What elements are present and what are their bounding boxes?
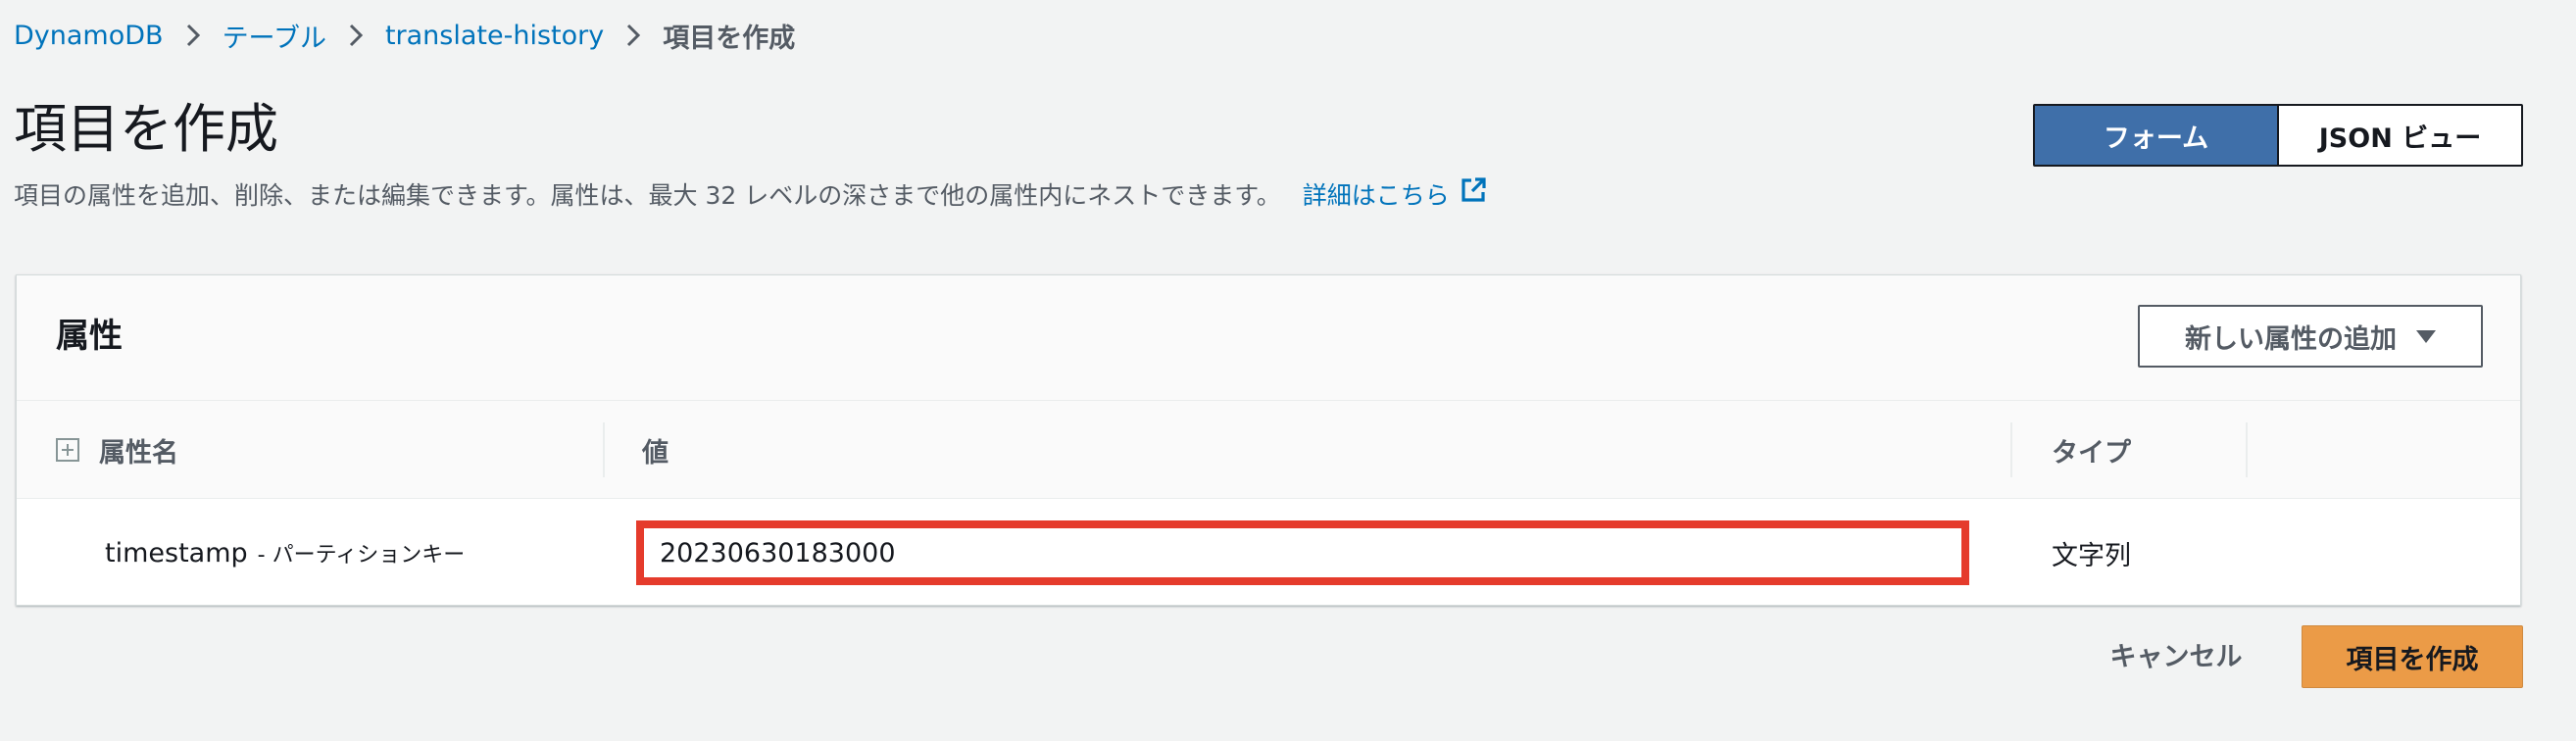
- attribute-type: 文字列: [2052, 540, 2131, 571]
- partition-key-label: - パーティションキー: [257, 543, 466, 568]
- add-attribute-label[interactable]: 新しい属性の追加: [2185, 318, 2397, 356]
- view-toggle: フォーム JSON ビュー: [2033, 104, 2523, 167]
- page-description: 項目の属性を追加、削除、または編集できます。属性は、最大 32 レベルの深さまで…: [14, 176, 1487, 216]
- attribute-name-cell: timestamp - パーティションキー: [105, 499, 465, 607]
- table-header: 属性名 値 タイプ: [17, 401, 2520, 499]
- breadcrumb-link-table[interactable]: translate-history: [385, 21, 604, 51]
- json-view-button[interactable]: JSON ビュー: [2279, 106, 2521, 165]
- panel-title: 属性: [56, 317, 123, 356]
- page-title: 項目を作成: [14, 98, 278, 160]
- form-view-button[interactable]: フォーム: [2035, 106, 2279, 165]
- cancel-button[interactable]: キャンセル: [2088, 621, 2264, 686]
- page-description-text: 項目の属性を追加、削除、または編集できます。属性は、最大 32 レベルの深さまで…: [14, 181, 1281, 210]
- caret-down-icon: [2416, 329, 2436, 343]
- breadcrumb-link-tables[interactable]: テーブル: [223, 17, 326, 55]
- add-attribute-button[interactable]: 新しい属性の追加: [2138, 305, 2483, 368]
- column-divider[interactable]: [603, 422, 605, 477]
- breadcrumb: DynamoDB テーブル translate-history 項目を作成: [14, 14, 795, 57]
- external-link-icon: [1460, 176, 1487, 216]
- chevron-right-icon: [348, 23, 364, 48]
- column-divider[interactable]: [2010, 422, 2012, 477]
- column-header-value: 値: [642, 437, 669, 469]
- learn-more-label[interactable]: 詳細はこちら: [1303, 176, 1450, 216]
- breadcrumb-current: 項目を作成: [663, 23, 796, 54]
- panel-header: 属性 新しい属性の追加: [17, 275, 2520, 401]
- column-header-attribute-name: 属性名: [56, 401, 178, 499]
- breadcrumb-link-dynamodb[interactable]: DynamoDB: [14, 21, 164, 51]
- plus-square-icon[interactable]: [56, 438, 79, 462]
- column-divider[interactable]: [2246, 422, 2248, 477]
- attributes-panel: 属性 新しい属性の追加 属性名 値 タイプ timestamp - パーティショ…: [16, 274, 2521, 606]
- learn-more-link[interactable]: 詳細はこちら: [1303, 176, 1487, 216]
- create-item-button[interactable]: 項目を作成: [2302, 625, 2523, 688]
- attribute-value-input[interactable]: [636, 520, 1969, 585]
- table-row: timestamp - パーティションキー 文字列: [17, 499, 2520, 607]
- column-header-type: タイプ: [2052, 437, 2131, 469]
- attribute-name: timestamp: [105, 537, 248, 568]
- column-header-label: 属性名: [99, 437, 178, 469]
- chevron-right-icon: [185, 23, 201, 48]
- chevron-right-icon: [625, 23, 641, 48]
